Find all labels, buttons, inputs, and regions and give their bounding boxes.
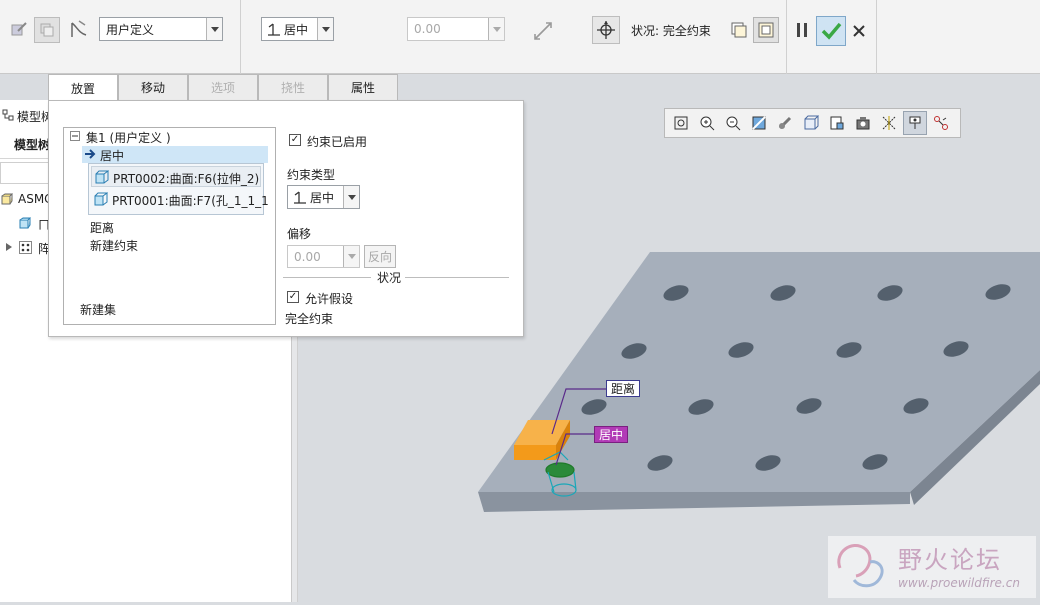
- flip-button: 反向: [364, 245, 396, 268]
- tree-tab-label[interactable]: 模型树: [14, 136, 50, 153]
- forum-logo: [837, 544, 884, 588]
- cancel-button[interactable]: [850, 21, 868, 41]
- flexible-icon[interactable]: [68, 18, 90, 40]
- status-label: 状况: 完全约束: [631, 24, 711, 38]
- surface-icon: [95, 170, 109, 184]
- tab-move[interactable]: 移动: [118, 74, 188, 100]
- chevron-down-icon: [343, 246, 359, 267]
- allow-assumptions-checkbox[interactable]: ✓: [287, 291, 299, 303]
- offset-value: 0.00: [414, 22, 441, 36]
- watermark: 野火论坛 www.proewildfire.cn: [828, 536, 1036, 598]
- shading-icon[interactable]: [773, 111, 797, 135]
- confirm-button[interactable]: [816, 16, 846, 46]
- close-icon: [853, 25, 865, 37]
- selected-constraint-label: 居中: [100, 149, 125, 163]
- panel-constraint-type-value: 居中: [310, 190, 335, 205]
- checkmark-icon: [821, 22, 842, 40]
- constraint-set-list[interactable]: 集1 (用户定义 ) 居中 PRT0002:曲面:F6(拉伸_2) PRT000…: [63, 127, 276, 325]
- view-manager-icon[interactable]: [851, 111, 875, 135]
- chevron-down-icon: [488, 18, 504, 40]
- chevron-down-icon: [206, 18, 222, 40]
- copy-icon[interactable]: [34, 17, 60, 43]
- offset-label: 偏移: [287, 227, 312, 241]
- saved-views-icon[interactable]: [825, 111, 849, 135]
- part-icon: [18, 216, 32, 230]
- move-component-icon[interactable]: [592, 16, 620, 44]
- constraint-type-select[interactable]: 居中: [261, 17, 334, 41]
- chevron-down-icon: [343, 186, 359, 208]
- selected-constraint-row[interactable]: 居中: [82, 146, 268, 163]
- separate-window-icon[interactable]: [728, 19, 750, 41]
- model-tree-icon: [2, 108, 14, 122]
- constraint-type-label: 约束类型: [287, 168, 336, 182]
- expand-icon[interactable]: [4, 241, 14, 253]
- center-constraint-icon: [268, 23, 280, 36]
- status-text: 完全约束: [285, 312, 334, 326]
- distance-constraint[interactable]: 距离: [90, 219, 114, 236]
- edit-icon[interactable]: [8, 18, 30, 40]
- assembly-window-icon[interactable]: [753, 17, 779, 43]
- constraint-set-label[interactable]: 集1 (用户定义 ): [86, 129, 171, 146]
- display-style-icon[interactable]: [799, 111, 823, 135]
- snap-icon[interactable]: [929, 111, 953, 135]
- placement-panel: 集1 (用户定义 ) 居中 PRT0002:曲面:F6(拉伸_2) PRT000…: [48, 100, 524, 337]
- tab-flexibility: 挠性: [258, 74, 328, 100]
- assembly-icon: [0, 192, 14, 206]
- repaint-icon[interactable]: [747, 111, 771, 135]
- new-constraint-link[interactable]: 新建约束: [90, 237, 138, 254]
- watermark-title: 野火论坛: [898, 546, 1002, 574]
- constraint-set-value: 用户定义: [106, 22, 155, 37]
- reference-item[interactable]: PRT0002:曲面:F6(拉伸_2): [91, 166, 261, 187]
- reference-label-1: PRT0002:曲面:F6(拉伸_2): [113, 172, 260, 186]
- watermark-url: www.proewildfire.cn: [898, 576, 1020, 590]
- status-heading: 状况: [377, 271, 402, 285]
- center-constraint-icon: [294, 191, 306, 204]
- zoom-out-icon[interactable]: [721, 111, 745, 135]
- chevron-down-icon: [317, 18, 333, 40]
- distance-tag[interactable]: 距离: [606, 380, 641, 397]
- dashboard-tabs: 放置 移动 选项 挠性 属性: [48, 74, 398, 101]
- datum-display-icon[interactable]: [877, 111, 901, 135]
- panel-offset-value: 0.00: [294, 249, 321, 264]
- pattern-icon: [18, 240, 32, 254]
- panel-constraint-type-select[interactable]: 居中: [287, 185, 360, 209]
- new-set-link[interactable]: 新建集: [80, 301, 116, 318]
- arrow-right-icon: [85, 149, 96, 159]
- annotation-display-icon[interactable]: [903, 111, 927, 135]
- view-toolbar: [664, 108, 961, 138]
- offset-input: 0.00: [407, 17, 505, 41]
- tab-options: 选项: [188, 74, 258, 100]
- ribbon: 用户定义 居中 0.00 状况: 完全约束: [0, 0, 1040, 74]
- pause-icon[interactable]: [792, 19, 812, 41]
- constraint-enabled-checkbox[interactable]: ✓: [289, 134, 301, 146]
- reference-label-2: PRT0001:曲面:F7(孔_1_1_1: [112, 194, 269, 208]
- allow-assumptions-label: 允许假设: [305, 292, 354, 306]
- constraint-set-select[interactable]: 用户定义: [99, 17, 223, 41]
- panel-offset-input: 0.00: [287, 245, 360, 268]
- surface-icon: [94, 192, 108, 206]
- constraint-enabled-label: 约束已启用: [307, 135, 368, 149]
- refit-icon[interactable]: [669, 111, 693, 135]
- constraint-type-value: 居中: [284, 22, 309, 37]
- tab-properties[interactable]: 属性: [328, 74, 398, 100]
- center-tag[interactable]: 居中: [594, 426, 629, 443]
- flip-icon: [530, 18, 556, 44]
- plate-front-face: [478, 492, 910, 512]
- reference-list: PRT0002:曲面:F6(拉伸_2) PRT0001:曲面:F7(孔_1_1_…: [88, 163, 269, 215]
- reference-item[interactable]: PRT0001:曲面:F7(孔_1_1_1: [91, 189, 269, 211]
- zoom-in-icon[interactable]: [695, 111, 719, 135]
- tab-placement[interactable]: 放置: [48, 74, 118, 101]
- collapse-icon[interactable]: [70, 131, 80, 141]
